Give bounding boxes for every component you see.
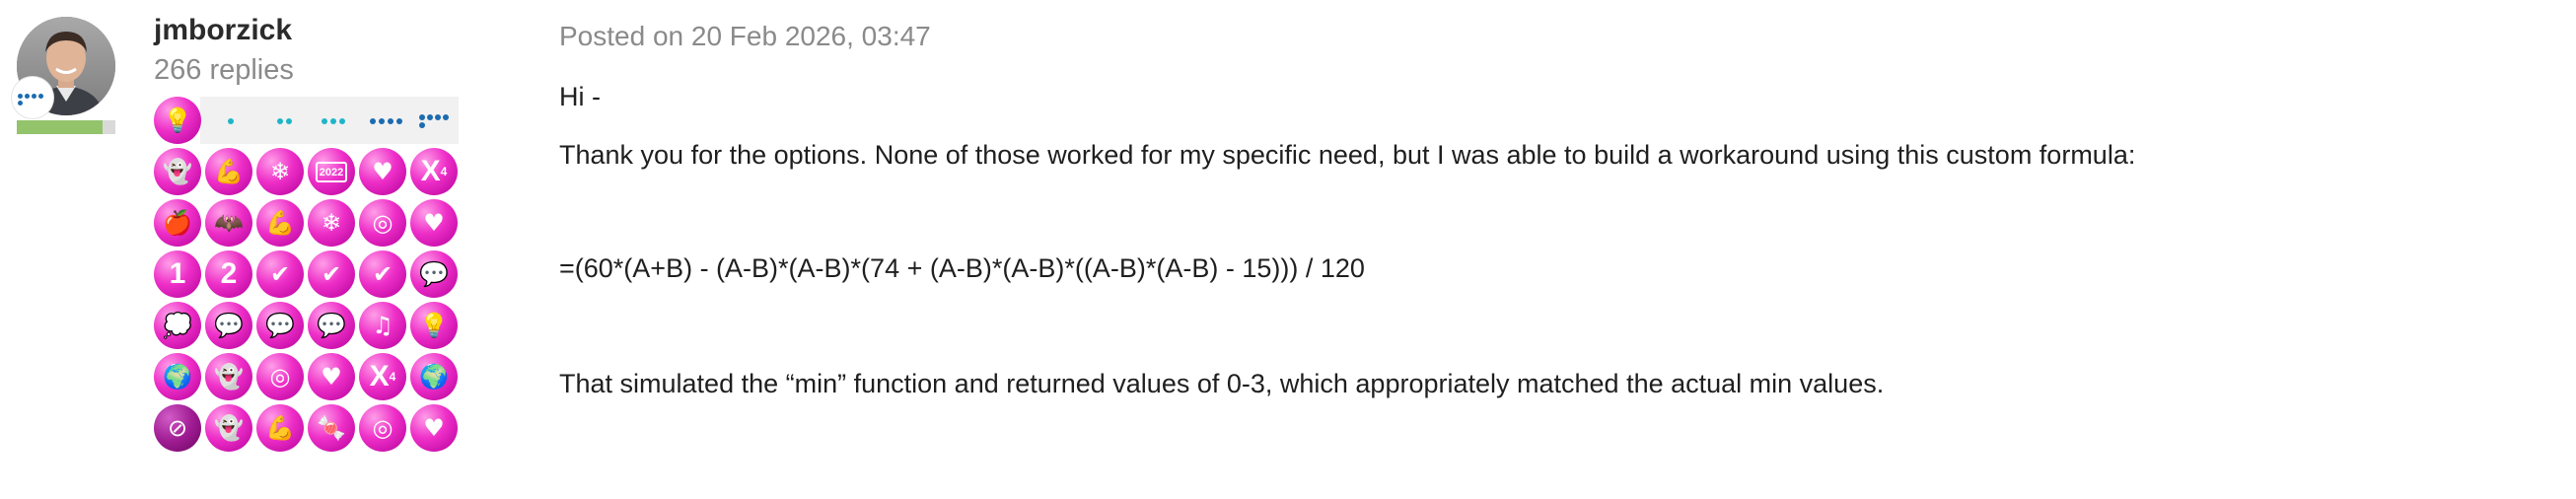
flexed-arm-icon[interactable]: 💪 [256, 404, 304, 452]
snowflake-icon[interactable]: ❄ [308, 199, 355, 247]
number-badge-icon[interactable]: 1 [154, 250, 201, 298]
lightbulb-icon[interactable]: 💡 [410, 302, 458, 349]
post-timestamp: Posted on 20 Feb 2026, 03:47 [559, 21, 931, 51]
heart-icon[interactable]: ♥ [410, 404, 458, 452]
apple-icon[interactable]: 🍎 [154, 199, 201, 247]
post-line-conclusion: That simulated the “min” function and re… [559, 369, 1885, 398]
lightbulb-icon[interactable]: 💡 [154, 97, 201, 144]
target-icon[interactable]: ◎ [256, 353, 304, 400]
heart-icon[interactable]: ♥ [410, 199, 458, 247]
speech-bubble-icon[interactable]: 💬 [308, 302, 355, 349]
target-icon[interactable]: ◎ [359, 199, 406, 247]
globe-icon[interactable]: 🌍 [154, 353, 201, 400]
username-link[interactable]: jmborzick [154, 14, 292, 47]
ghost-icon[interactable]: 👻 [205, 353, 252, 400]
speech-bubble-dots-icon[interactable]: 💭 [154, 302, 201, 349]
globe-icon[interactable]: 🌍 [410, 353, 458, 400]
candy-cane-icon[interactable]: 🍬 [308, 404, 355, 452]
heart-icon[interactable]: ♥ [359, 148, 406, 195]
number-badge-icon[interactable]: 2 [205, 250, 252, 298]
checkmark-icon[interactable]: ✔ [359, 250, 406, 298]
snowflake-icon[interactable]: ❄ [256, 148, 304, 195]
rank-progress-bar [17, 120, 115, 134]
bat-icon[interactable]: 🦇 [205, 199, 252, 247]
rank-progress-fill [17, 120, 103, 134]
speech-bubble-icon[interactable]: 💬 [205, 302, 252, 349]
flexed-arm-icon[interactable]: 💪 [256, 199, 304, 247]
calendar-icon[interactable]: 2022 [308, 148, 355, 195]
post-line-formula: =(60*(A+B) - (A-B)*(A-B)*(74 + (A-B)*(A-… [559, 253, 1365, 283]
speech-bubble-icon[interactable]: 💬 [256, 302, 304, 349]
checkmark-icon[interactable]: ✔ [308, 250, 355, 298]
checkmark-icon[interactable]: ✔ [256, 250, 304, 298]
reply-count: 266 replies [154, 54, 294, 86]
post-line-greeting: Hi - [559, 82, 601, 111]
year-badge-icon[interactable]: ⊘ [154, 404, 201, 452]
ghost-icon[interactable]: 👻 [154, 148, 201, 195]
music-note-icon[interactable]: ♫ [359, 302, 406, 349]
rank-badge-icon [12, 77, 53, 118]
heart-icon[interactable]: ♥ [308, 353, 355, 400]
target-icon[interactable]: ◎ [359, 404, 406, 452]
post-line-intro: Thank you for the options. None of those… [559, 140, 2136, 170]
x-superscript-icon[interactable]: X4 [359, 353, 406, 400]
speech-bubbles-icon[interactable]: 💬 [410, 250, 458, 298]
forum-post: jmborzick 266 replies 💡 👻 💪 ❄ 2022 ♥ X 4 🍎 🦇 💪 ❄ ◎ ♥… [0, 0, 2576, 499]
flexed-arm-icon[interactable]: 💪 [205, 148, 252, 195]
level-progress-strip [200, 97, 459, 144]
ghost-icon[interactable]: 👻 [205, 404, 252, 452]
x-superscript-icon[interactable]: X4 [410, 148, 458, 195]
